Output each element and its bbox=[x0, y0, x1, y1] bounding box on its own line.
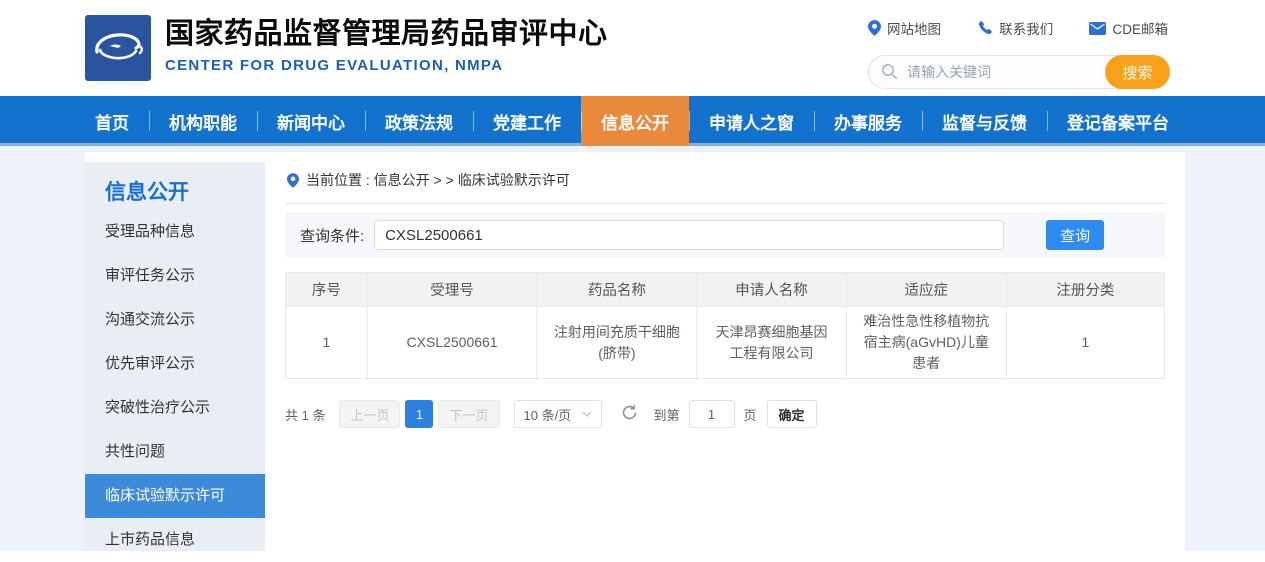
sitemap-link-label: 网站地图 bbox=[887, 18, 941, 38]
nav-item-label: 政策法规 bbox=[385, 109, 453, 134]
envelope-icon bbox=[1089, 22, 1106, 35]
sidebar-item-accepted-products[interactable]: 受理品种信息 bbox=[85, 210, 265, 254]
sidebar-item-priority-review[interactable]: 优先审评公示 bbox=[85, 342, 265, 386]
query-label: 查询条件: bbox=[300, 225, 364, 246]
col-header-applicant-name: 申请人名称 bbox=[697, 273, 846, 307]
results-table: 序号 受理号 药品名称 申请人名称 适应症 注册分类 1 CXSL2500661… bbox=[285, 272, 1165, 379]
contact-link-label: 联系我们 bbox=[999, 18, 1053, 38]
nav-item-info-disclosure[interactable]: 信息公开 bbox=[581, 96, 689, 146]
col-header-indication: 适应症 bbox=[846, 273, 1006, 307]
nav-item-label: 信息公开 bbox=[601, 109, 669, 134]
nav-item-label: 申请人之窗 bbox=[709, 109, 794, 134]
location-pin-icon bbox=[287, 173, 299, 188]
cde-logo-icon bbox=[85, 15, 151, 81]
nav-item-label: 机构职能 bbox=[169, 109, 237, 134]
sitemap-link[interactable]: 网站地图 bbox=[868, 18, 941, 38]
pagination: 共 1 条 上一页 1 下一页 10 条/页 到第 页 确定 bbox=[285, 400, 1165, 428]
refresh-button[interactable] bbox=[619, 402, 640, 426]
cell-registration-category: 1 bbox=[1006, 307, 1164, 379]
site-subtitle: CENTER FOR DRUG EVALUATION, NMPA bbox=[165, 57, 608, 74]
sidebar-item-communication[interactable]: 沟通交流公示 bbox=[85, 298, 265, 342]
query-panel: 查询条件: 查询 bbox=[285, 212, 1165, 258]
nav-item-news[interactable]: 新闻中心 bbox=[257, 96, 365, 146]
phone-icon bbox=[977, 20, 993, 36]
pagination-total: 共 1 条 bbox=[285, 405, 325, 424]
sidebar-item-review-tasks[interactable]: 审评任务公示 bbox=[85, 254, 265, 298]
sidebar-item-clinical-trial-implied-license[interactable]: 临床试验默示许可 bbox=[85, 474, 265, 518]
nav-item-label: 登记备案平台 bbox=[1067, 109, 1169, 134]
site-search: 搜索 bbox=[868, 55, 1168, 89]
site-header: 国家药品监督管理局药品审评中心 CENTER FOR DRUG EVALUATI… bbox=[0, 0, 1265, 96]
content-card: 信息公开 受理品种信息 审评任务公示 沟通交流公示 优先审评公示 突破性治疗公示… bbox=[85, 152, 1185, 551]
cell-index: 1 bbox=[286, 307, 368, 379]
table-row: 1 CXSL2500661 注射用间充质干细胞(脐带) 天津昂赛细胞基因工程有限… bbox=[286, 307, 1165, 379]
nav-item-functions[interactable]: 机构职能 bbox=[149, 96, 257, 146]
goto-page-prefix: 到第 bbox=[654, 405, 680, 424]
main-content: 当前位置 : 信息公开 > > 临床试验默示许可 查询条件: 查询 序号 受理号… bbox=[285, 162, 1165, 551]
sidebar-item-breakthrough-therapy[interactable]: 突破性治疗公示 bbox=[85, 386, 265, 430]
sidebar-title: 信息公开 bbox=[85, 162, 265, 210]
site-title: 国家药品监督管理局药品审评中心 bbox=[165, 17, 608, 51]
chevron-down-icon bbox=[582, 411, 592, 417]
nav-item-applicant-window[interactable]: 申请人之窗 bbox=[689, 96, 814, 146]
goto-page-suffix: 页 bbox=[744, 405, 757, 424]
page-number-button[interactable]: 1 bbox=[405, 400, 433, 428]
sidebar: 信息公开 受理品种信息 审评任务公示 沟通交流公示 优先审评公示 突破性治疗公示… bbox=[85, 162, 265, 551]
nav-item-party-building[interactable]: 党建工作 bbox=[473, 96, 581, 146]
page-size-value: 10 条/页 bbox=[524, 405, 572, 424]
prev-page-button[interactable]: 上一页 bbox=[339, 400, 400, 428]
nav-item-label: 办事服务 bbox=[834, 109, 902, 134]
cde-logo[interactable] bbox=[85, 15, 151, 81]
page-background: 信息公开 受理品种信息 审评任务公示 沟通交流公示 优先审评公示 突破性治疗公示… bbox=[0, 146, 1265, 551]
nav-item-label: 新闻中心 bbox=[277, 109, 345, 134]
search-button[interactable]: 搜索 bbox=[1105, 55, 1170, 89]
query-input[interactable] bbox=[374, 220, 1004, 250]
magnifier-icon bbox=[881, 63, 898, 85]
next-page-button[interactable]: 下一页 bbox=[438, 400, 499, 428]
breadcrumb: 当前位置 : 信息公开 > > 临床试验默示许可 bbox=[285, 162, 1165, 204]
sidebar-item-common-questions[interactable]: 共性问题 bbox=[85, 430, 265, 474]
cde-mail-link[interactable]: CDE邮箱 bbox=[1089, 18, 1168, 38]
cell-applicant-name: 天津昂赛细胞基因工程有限公司 bbox=[697, 307, 846, 379]
nav-item-services[interactable]: 办事服务 bbox=[814, 96, 922, 146]
query-button[interactable]: 查询 bbox=[1046, 220, 1104, 250]
cell-indication: 难治性急性移植物抗宿主病(aGvHD)儿童患者 bbox=[846, 307, 1006, 379]
col-header-drug-name: 药品名称 bbox=[537, 273, 697, 307]
refresh-icon bbox=[621, 404, 638, 421]
col-header-acceptance-number: 受理号 bbox=[367, 273, 537, 307]
col-header-registration-category: 注册分类 bbox=[1006, 273, 1164, 307]
sidebar-item-marketed-drugs[interactable]: 上市药品信息 bbox=[85, 518, 265, 562]
quick-links: 网站地图 联系我们 CDE邮箱 bbox=[868, 18, 1168, 38]
cde-mail-link-label: CDE邮箱 bbox=[1112, 18, 1168, 38]
nav-item-label: 监督与反馈 bbox=[942, 109, 1027, 134]
contact-link[interactable]: 联系我们 bbox=[977, 18, 1053, 38]
cell-drug-name: 注射用间充质干细胞(脐带) bbox=[537, 307, 697, 379]
page-size-select[interactable]: 10 条/页 bbox=[514, 400, 602, 428]
nav-item-registration-platform[interactable]: 登记备案平台 bbox=[1047, 96, 1189, 146]
main-nav: 首页 机构职能 新闻中心 政策法规 党建工作 信息公开 申请人之窗 办事服务 监… bbox=[0, 96, 1265, 146]
nav-item-policies[interactable]: 政策法规 bbox=[365, 96, 473, 146]
nav-item-label: 党建工作 bbox=[493, 109, 561, 134]
col-header-index: 序号 bbox=[286, 273, 368, 307]
location-pin-icon bbox=[868, 20, 881, 36]
nav-item-home[interactable]: 首页 bbox=[85, 96, 149, 146]
cell-acceptance-number: CXSL2500661 bbox=[367, 307, 537, 379]
table-header-row: 序号 受理号 药品名称 申请人名称 适应症 注册分类 bbox=[286, 273, 1165, 307]
goto-confirm-button[interactable]: 确定 bbox=[767, 400, 817, 428]
nav-item-label: 首页 bbox=[95, 109, 129, 134]
breadcrumb-text: 当前位置 : 信息公开 > > 临床试验默示许可 bbox=[306, 170, 570, 190]
goto-page-input[interactable] bbox=[689, 400, 735, 428]
nav-item-supervision-feedback[interactable]: 监督与反馈 bbox=[922, 96, 1047, 146]
